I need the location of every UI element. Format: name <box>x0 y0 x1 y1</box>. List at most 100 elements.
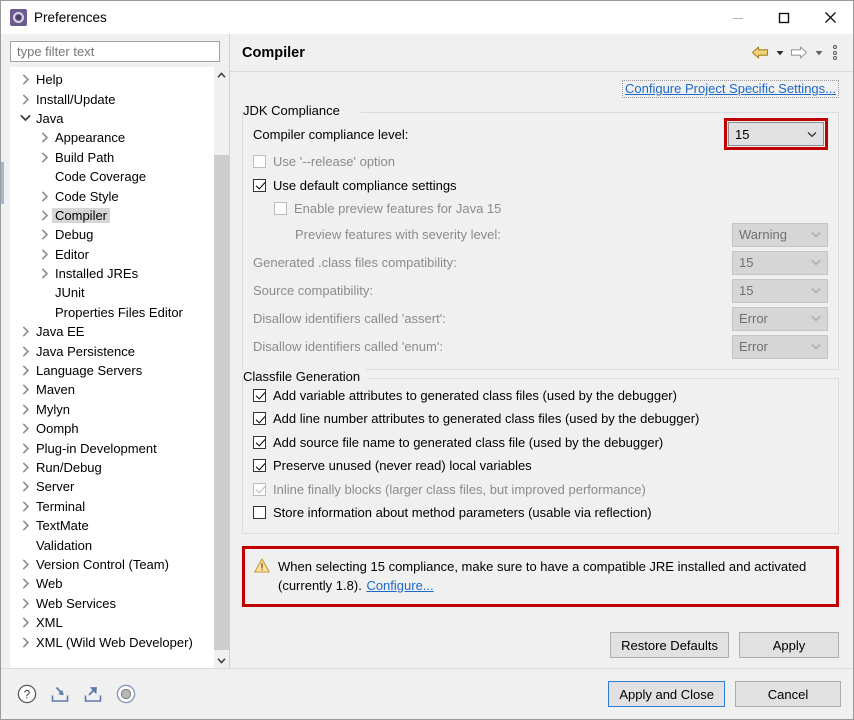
sidebar-item-java-ee[interactable]: Java EE <box>10 322 213 341</box>
use-release-option-row[interactable]: Use '--release' option <box>253 150 828 174</box>
minimize-button[interactable] <box>715 1 761 34</box>
sidebar-item-server[interactable]: Server <box>10 477 213 496</box>
scroll-up-icon[interactable] <box>214 67 229 83</box>
chevron-right-icon[interactable] <box>37 191 52 202</box>
chevron-right-icon[interactable] <box>18 462 33 473</box>
configure-jre-link[interactable]: Configure... <box>366 578 433 593</box>
use-default-compliance-checkbox[interactable] <box>253 178 266 192</box>
back-dropdown-icon[interactable] <box>773 42 786 64</box>
sidebar-item-compiler[interactable]: Compiler <box>10 206 213 225</box>
sidebar-item-java-persistence[interactable]: Java Persistence <box>10 341 213 360</box>
sidebar-item-editor[interactable]: Editor <box>10 245 213 264</box>
classfile-option-row[interactable]: Preserve unused (never read) local varia… <box>253 454 828 478</box>
chevron-right-icon[interactable] <box>18 501 33 512</box>
disallow-enum-select[interactable]: Error <box>732 334 828 359</box>
sidebar-item-mylyn[interactable]: Mylyn <box>10 400 213 419</box>
use-default-compliance-row[interactable]: Use default compliance settings <box>253 174 828 198</box>
sidebar-item-oomph[interactable]: Oomph <box>10 419 213 438</box>
restore-defaults-button[interactable]: Restore Defaults <box>610 632 729 658</box>
classfiles-compatibility-select[interactable]: 15 <box>732 250 828 275</box>
classfile-option-checkbox[interactable] <box>253 506 266 520</box>
tree-scrollbar[interactable] <box>213 67 229 668</box>
record-circle-icon[interactable] <box>114 682 138 706</box>
sidebar-item-properties-files-editor[interactable]: Properties Files Editor <box>10 303 213 322</box>
classfile-option-checkbox[interactable] <box>253 459 266 473</box>
configure-project-specific-settings-link[interactable]: Configure Project Specific Settings... <box>622 80 839 98</box>
scroll-down-icon[interactable] <box>214 652 229 668</box>
classfile-option-checkbox[interactable] <box>253 412 266 426</box>
chevron-right-icon[interactable] <box>37 268 52 279</box>
scroll-thumb[interactable] <box>214 155 229 650</box>
sidebar-item-junit[interactable]: JUnit <box>10 283 213 302</box>
chevron-right-icon[interactable] <box>18 520 33 531</box>
forward-dropdown-icon[interactable] <box>812 42 825 64</box>
sidebar-item-web-services[interactable]: Web Services <box>10 594 213 613</box>
chevron-right-icon[interactable] <box>18 74 33 85</box>
chevron-right-icon[interactable] <box>18 598 33 609</box>
source-compatibility-select[interactable]: 15 <box>732 278 828 303</box>
chevron-right-icon[interactable] <box>37 249 52 260</box>
back-arrow-icon[interactable] <box>749 42 771 64</box>
cancel-button[interactable]: Cancel <box>735 681 841 707</box>
import-icon[interactable] <box>48 682 72 706</box>
sidebar-item-terminal[interactable]: Terminal <box>10 497 213 516</box>
classfile-option-row[interactable]: Add source file name to generated class … <box>253 431 828 455</box>
export-icon[interactable] <box>81 682 105 706</box>
help-question-icon[interactable]: ? <box>15 682 39 706</box>
chevron-right-icon[interactable] <box>18 384 33 395</box>
sidebar-item-version-control-team[interactable]: Version Control (Team) <box>10 555 213 574</box>
chevron-right-icon[interactable] <box>18 617 33 628</box>
sidebar-item-build-path[interactable]: Build Path <box>10 148 213 167</box>
chevron-right-icon[interactable] <box>18 346 33 357</box>
classfile-option-checkbox[interactable] <box>253 388 266 402</box>
chevron-right-icon[interactable] <box>18 404 33 415</box>
apply-button[interactable]: Apply <box>739 632 839 658</box>
chevron-right-icon[interactable] <box>37 210 52 221</box>
sidebar-item-validation[interactable]: Validation <box>10 535 213 554</box>
chevron-right-icon[interactable] <box>18 637 33 648</box>
sidebar-item-help[interactable]: Help <box>10 70 213 89</box>
sidebar-item-textmate[interactable]: TextMate <box>10 516 213 535</box>
chevron-right-icon[interactable] <box>18 559 33 570</box>
sidebar-item-plug-in-development[interactable]: Plug-in Development <box>10 438 213 457</box>
maximize-button[interactable] <box>761 1 807 34</box>
preview-severity-select[interactable]: Warning <box>732 222 828 247</box>
apply-and-close-button[interactable]: Apply and Close <box>608 681 725 707</box>
chevron-right-icon[interactable] <box>18 365 33 376</box>
sidebar-item-appearance[interactable]: Appearance <box>10 128 213 147</box>
use-release-option-checkbox[interactable] <box>253 155 266 169</box>
classfile-option-row[interactable]: Add line number attributes to generated … <box>253 407 828 431</box>
compliance-level-select[interactable]: 15 <box>728 122 824 146</box>
enable-preview-features-checkbox[interactable] <box>274 202 287 216</box>
view-menu-icon[interactable] <box>827 42 843 64</box>
sidebar-item-maven[interactable]: Maven <box>10 380 213 399</box>
classfile-option-row[interactable]: Store information about method parameter… <box>253 501 828 525</box>
sidebar-item-code-style[interactable]: Code Style <box>10 186 213 205</box>
chevron-right-icon[interactable] <box>18 443 33 454</box>
classfile-option-checkbox[interactable] <box>253 435 266 449</box>
sidebar-item-language-servers[interactable]: Language Servers <box>10 361 213 380</box>
sidebar-item-java[interactable]: Java <box>10 109 213 128</box>
chevron-right-icon[interactable] <box>37 152 52 163</box>
close-button[interactable] <box>807 1 853 34</box>
sidebar-item-xml-wild-web-developer[interactable]: XML (Wild Web Developer) <box>10 632 213 651</box>
filter-box[interactable] <box>10 41 220 62</box>
chevron-right-icon[interactable] <box>18 423 33 434</box>
classfile-option-row[interactable]: Add variable attributes to generated cla… <box>253 384 828 408</box>
sidebar-item-installed-jres[interactable]: Installed JREs <box>10 264 213 283</box>
disallow-assert-select[interactable]: Error <box>732 306 828 331</box>
chevron-right-icon[interactable] <box>18 326 33 337</box>
sidebar-item-install-update[interactable]: Install/Update <box>10 89 213 108</box>
chevron-right-icon[interactable] <box>18 94 33 105</box>
chevron-right-icon[interactable] <box>18 578 33 589</box>
sidebar-item-xml[interactable]: XML <box>10 613 213 632</box>
chevron-down-icon[interactable] <box>18 114 33 122</box>
enable-preview-features-row[interactable]: Enable preview features for Java 15 <box>253 197 828 221</box>
sidebar-item-web[interactable]: Web <box>10 574 213 593</box>
preference-tree[interactable]: Help Install/Update Java Appearance Build Pa… <box>10 67 213 668</box>
sidebar-item-code-coverage[interactable]: Code Coverage <box>10 167 213 186</box>
chevron-right-icon[interactable] <box>37 229 52 240</box>
classfile-option-row[interactable]: Inline finally blocks (larger class file… <box>253 478 828 502</box>
sidebar-item-debug[interactable]: Debug <box>10 225 213 244</box>
scroll-track[interactable] <box>214 83 229 652</box>
